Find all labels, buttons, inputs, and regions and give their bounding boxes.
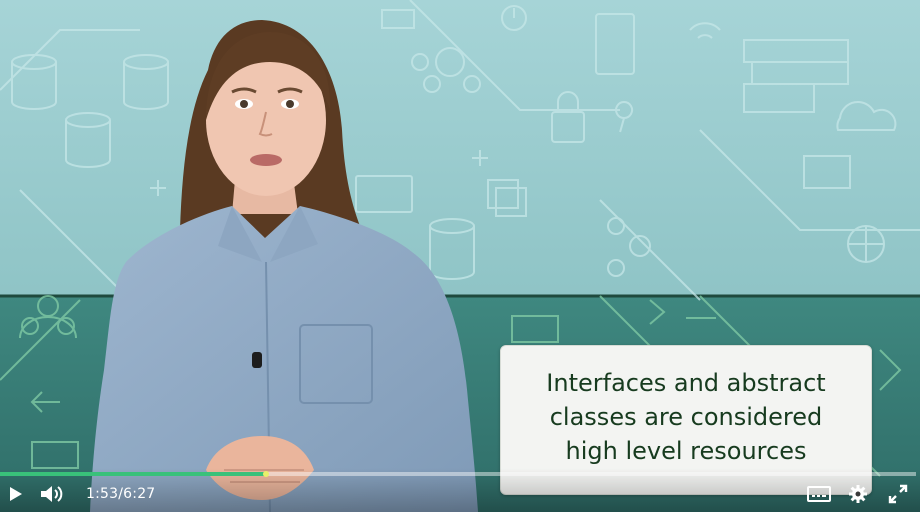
video-player[interactable]: Interfaces and abstract classes are cons… [0,0,920,512]
current-time: 1:53 [86,486,119,502]
caption-line: Interfaces and abstract [546,369,826,397]
captions-icon[interactable] [807,486,831,502]
caption-line: high level resources [565,437,807,465]
progress-handle[interactable] [262,471,269,477]
play-icon[interactable] [8,486,24,502]
settings-icon[interactable] [848,484,868,504]
duration: 6:27 [123,486,156,502]
progress-bar[interactable] [0,471,916,477]
progress-fill [0,472,266,476]
caption-line: classes are considered [549,403,823,431]
volume-icon[interactable] [40,484,64,504]
fullscreen-icon[interactable] [888,484,908,504]
time-display: 1:53/6:27 [86,486,155,502]
